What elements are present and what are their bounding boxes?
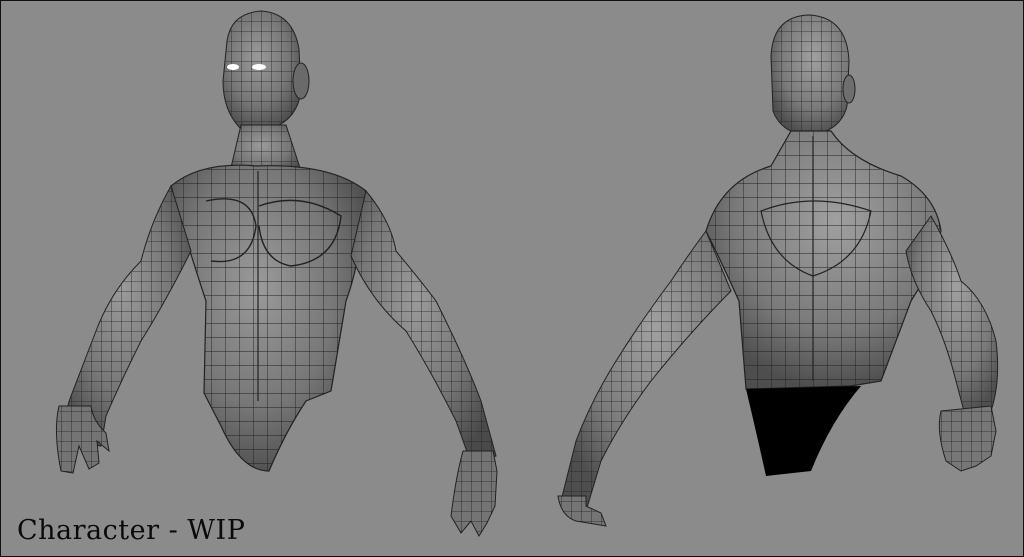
render-scene <box>55 10 999 538</box>
viewport: Character - WIP <box>0 0 1024 557</box>
mesh-interior <box>746 386 861 476</box>
back-view-model <box>557 14 999 527</box>
right-eye <box>252 64 266 70</box>
left-eye <box>227 64 239 70</box>
front-view-model <box>55 10 498 538</box>
caption-text: Character - WIP <box>17 515 246 546</box>
